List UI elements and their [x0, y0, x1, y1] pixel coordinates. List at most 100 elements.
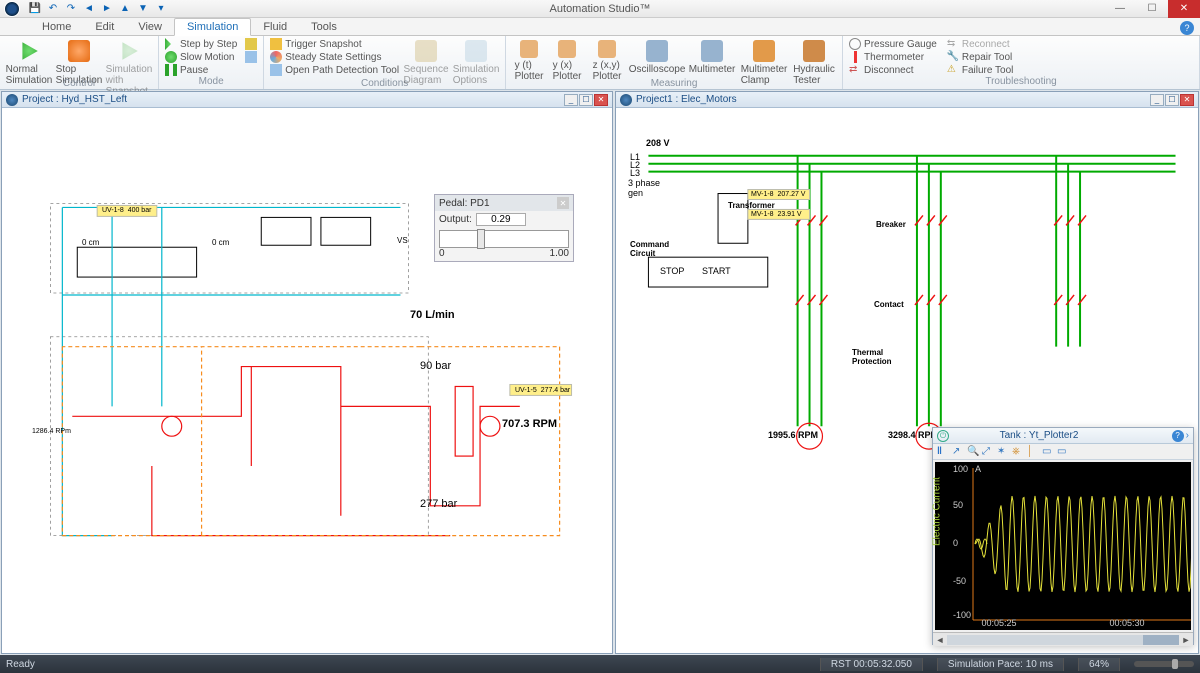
hydraulic-canvas[interactable]: UV-1-8 400 bar UV-1-5 277.4 bar 0 cm 0 c…	[2, 108, 612, 653]
plotter-tool-6[interactable]: │	[1027, 446, 1039, 458]
left-pane-close-button[interactable]: ✕	[594, 94, 608, 106]
app-title: Automation Studio™	[550, 3, 651, 15]
tab-tools[interactable]: Tools	[299, 19, 349, 35]
plotter-toolbar: ‖ ↗ 🔍 ⤢ ✶ ⎈ │ ▭ ▭	[933, 444, 1193, 460]
ribbon-group-conditions: Trigger Snapshot Steady State Settings O…	[264, 36, 506, 89]
maximize-button[interactable]: ☐	[1136, 0, 1168, 18]
tab-home[interactable]: Home	[30, 19, 83, 35]
status-zoom[interactable]: 64%	[1078, 658, 1120, 671]
status-ready: Ready	[6, 659, 35, 670]
pressure-bottom-label: 277 bar	[420, 498, 457, 510]
pedal-output-input[interactable]	[476, 213, 526, 226]
status-zoom-slider[interactable]	[1134, 661, 1194, 667]
minimize-button[interactable]: —	[1104, 0, 1136, 18]
right-pane-min-button[interactable]: _	[1150, 94, 1164, 106]
steady-state-button[interactable]: Steady State Settings	[270, 51, 399, 63]
pause-button[interactable]: Pause	[165, 64, 237, 76]
pedal-title: Pedal: PD1	[439, 198, 490, 209]
status-pace: Simulation Pace: 10 ms	[937, 658, 1064, 671]
tab-simulation[interactable]: Simulation	[174, 18, 251, 36]
pedal-output-label: Output:	[439, 214, 472, 225]
tab-fluid[interactable]: Fluid	[251, 19, 299, 35]
plotter-help-icon[interactable]: ?	[1172, 430, 1184, 442]
scroll-right-icon[interactable]: ►	[1179, 635, 1193, 645]
left-pane-title: Project : Hyd_HST_Left	[22, 94, 127, 105]
hydraulic-schematic-svg	[2, 108, 612, 653]
qat-nav-down-icon[interactable]: ▼	[136, 2, 150, 16]
qat-nav-right-icon[interactable]: ►	[100, 2, 114, 16]
ribbon-label-troubleshooting: Troubleshooting	[849, 76, 1193, 87]
close-button[interactable]: ✕	[1168, 0, 1200, 18]
plotter-tool-4[interactable]: ✶	[997, 446, 1009, 458]
thermometer-button[interactable]: Thermometer	[849, 51, 937, 63]
flow-rate-label: 70 L/min	[410, 309, 455, 321]
tab-edit[interactable]: Edit	[83, 19, 126, 35]
scroll-left-icon[interactable]: ◄	[933, 635, 947, 645]
plotter-tool-8[interactable]: ▭	[1057, 446, 1069, 458]
simulation-with-snapshot-button[interactable]: Simulation with Snapshot	[106, 38, 152, 97]
plotter-chart: Electric Current 100 A 50 0 -50 -100 00:…	[935, 462, 1191, 630]
menu-bar: Home Edit View Simulation Fluid Tools ?	[0, 18, 1200, 36]
plotter-scrollbar[interactable]: ◄ ►	[933, 632, 1193, 646]
right-pane-header[interactable]: Project1 : Elec_Motors _ ☐ ✕	[616, 92, 1198, 108]
trigger-snapshot-button[interactable]: Trigger Snapshot	[270, 38, 399, 50]
electrical-canvas[interactable]: 208 V L1 L2 L3 3 phase gen MV-1-8 207.27…	[616, 108, 1198, 653]
plotter-tool-7[interactable]: ▭	[1042, 446, 1054, 458]
plotter-wave-svg	[935, 462, 1191, 630]
zxy-plotter-button[interactable]: z (x,y) Plotter	[588, 38, 626, 82]
plotter-power-icon[interactable]: ⏻	[937, 430, 949, 442]
ribbon-label-mode: Mode	[165, 76, 257, 87]
right-pane-title: Project1 : Elec_Motors	[636, 94, 737, 105]
ribbon-group-troubleshooting: Pressure Gauge Thermometer ⇄Disconnect ⇆…	[843, 36, 1200, 89]
qat-nav-left-icon[interactable]: ◄	[82, 2, 96, 16]
pedal-close-button[interactable]: ✕	[557, 197, 569, 209]
qat-undo-icon[interactable]: ↶	[46, 2, 60, 16]
reconnect-button[interactable]: ⇆Reconnect	[947, 38, 1014, 50]
plotter-next-icon[interactable]: ›	[1186, 430, 1189, 441]
plotter-tool-3[interactable]: ⤢	[982, 446, 994, 458]
right-pane-max-button[interactable]: ☐	[1165, 94, 1179, 106]
plotter-pause-icon[interactable]: ‖	[937, 446, 949, 458]
title-bar: 💾 ↶ ↷ ◄ ► ▲ ▼ ▾ Automation Studio™ — ☐ ✕	[0, 0, 1200, 18]
sequence-diagram-button[interactable]: Sequence Diagram	[403, 38, 449, 86]
open-path-detection-button[interactable]: Open Path Detection Tool	[270, 64, 399, 76]
qat-redo-icon[interactable]: ↷	[64, 2, 78, 16]
status-rst: RST 00:05:32.050	[820, 658, 923, 671]
plotter-tool-2[interactable]: 🔍	[967, 446, 979, 458]
slow-motion-button[interactable]: Slow Motion	[165, 51, 237, 63]
help-icon[interactable]: ?	[1180, 21, 1194, 35]
motor1-rpm: 1995.6 RPM	[768, 430, 818, 440]
failure-tool-button[interactable]: ⚠Failure Tool	[947, 64, 1014, 76]
pedal-panel[interactable]: Pedal: PD1✕ Output: 01.00	[434, 194, 574, 262]
multimeter-button[interactable]: Multimeter	[688, 38, 736, 75]
scroll-thumb[interactable]	[1143, 635, 1179, 645]
left-pane-header[interactable]: Project : Hyd_HST_Left _ ☐ ✕	[2, 92, 612, 108]
right-pane-close-button[interactable]: ✕	[1180, 94, 1194, 106]
plotter-tool-5[interactable]: ⎈	[1012, 446, 1024, 458]
left-pane: Project : Hyd_HST_Left _ ☐ ✕	[1, 91, 613, 654]
step-by-step-button[interactable]: Step by Step	[165, 38, 237, 50]
yx-plotter-button[interactable]: y (x) Plotter	[550, 38, 584, 82]
left-pane-max-button[interactable]: ☐	[579, 94, 593, 106]
disconnect-button[interactable]: ⇄Disconnect	[849, 64, 937, 76]
qat-save-icon[interactable]: 💾	[28, 2, 42, 16]
qat-nav-up-icon[interactable]: ▲	[118, 2, 132, 16]
pedal-slider[interactable]	[439, 230, 569, 248]
simulation-options-button[interactable]: Simulation Options	[453, 38, 499, 86]
yt-plotter-button[interactable]: y (t) Plotter	[512, 38, 546, 82]
repair-tool-button[interactable]: 🔧Repair Tool	[947, 51, 1014, 63]
voltage-label: 208 V	[646, 138, 670, 148]
plotter-window[interactable]: ⏻ Tank : Yt_Plotter2 ? › ‖ ↗ 🔍 ⤢ ✶ ⎈ │ ▭…	[932, 427, 1194, 645]
ribbon: Normal Simulation Stop Simulation Simula…	[0, 36, 1200, 90]
plotter-tool-1[interactable]: ↗	[952, 446, 964, 458]
window-buttons: — ☐ ✕	[1104, 0, 1200, 18]
tab-view[interactable]: View	[126, 19, 174, 35]
qat-dropdown-icon[interactable]: ▾	[154, 2, 168, 16]
workspace: Project : Hyd_HST_Left _ ☐ ✕	[0, 90, 1200, 655]
oscilloscope-button[interactable]: Oscilloscope	[630, 38, 684, 75]
mode-extra-2-button[interactable]	[245, 51, 257, 63]
left-pane-min-button[interactable]: _	[564, 94, 578, 106]
status-bar: Ready RST 00:05:32.050 Simulation Pace: …	[0, 655, 1200, 673]
pressure-gauge-button[interactable]: Pressure Gauge	[849, 38, 937, 50]
mode-extra-1-button[interactable]	[245, 38, 257, 50]
